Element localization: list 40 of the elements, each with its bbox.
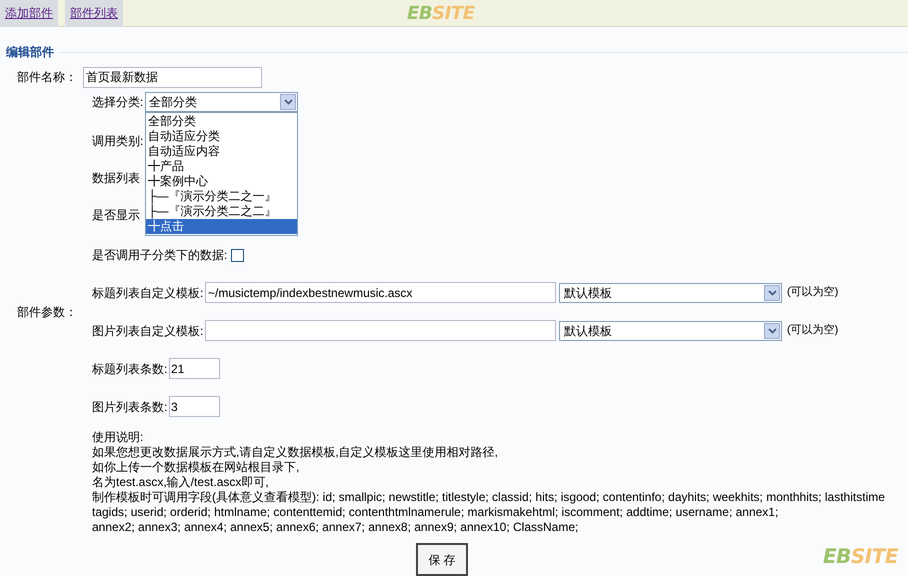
hint-text: (可以为空) <box>787 284 838 300</box>
template-input[interactable] <box>205 320 556 341</box>
dropdown-caret-icon <box>764 284 780 300</box>
field-label: 是否显示 <box>92 208 140 223</box>
dropdown-option[interactable]: 自动适应分类 <box>146 129 297 144</box>
fieldset-legend: 编辑部件 <box>6 43 54 61</box>
field-label: 数据列表 <box>92 171 140 186</box>
hint-text: (可以为空) <box>787 322 838 338</box>
logo: EBSITE <box>407 2 475 26</box>
field-label: 标题列表条数: <box>92 360 168 378</box>
count-input[interactable]: 3 <box>169 396 220 417</box>
count-input[interactable]: 21 <box>169 358 220 379</box>
dropdown-option[interactable]: 自动适应内容 <box>146 144 297 159</box>
template-select[interactable]: 默认模板 <box>559 282 782 302</box>
field-label: 选择分类: <box>92 94 144 111</box>
field-label: 图片列表自定义模板: <box>92 322 204 340</box>
field-label: 是否调用子分类下的数据: <box>92 247 228 264</box>
dropdown-option[interactable]: ├—『演示分类二之一』 <box>146 189 297 204</box>
dropdown-caret-icon <box>764 322 780 338</box>
name-input[interactable]: 首页最新数据 <box>83 66 262 88</box>
instructions-text: 使用说明: 如果您想更改数据展示方式,请自定义数据模板,自定义模板这里使用相对路径, 如你上传一个数据模板在网站根目录下, 名为test.ascx,输入/test.ascx即可, 制作模板时可调用字段(具体意义查看模型): id; smallpic; newstitle; titlestyle; classid; hits; isgood; contentinfo; dayhits; weekhits; monthhits; lasthitstime tagids; userid; orderid; htmlname; contenttemid; contenthtmlnamerule; markismakehtml; iscomment; addtime; username; annex1; annex2; annex3; annex4; annex5; annex6; annex7; annex8; annex9; annex10; ClassName; <box>92 430 885 535</box>
category-select[interactable]: 全部分类 <box>145 92 298 112</box>
field-label: 图片列表条数: <box>92 398 168 416</box>
save-button[interactable]: 保 存 <box>416 543 468 576</box>
dropdown-option[interactable]: 全部分类 <box>146 114 297 129</box>
dropdown-option[interactable]: ╋点击 <box>146 219 297 234</box>
dropdown-option[interactable]: ├—『演示分类二之二』 <box>146 204 297 219</box>
dropdown-caret-icon <box>280 94 296 110</box>
tab-link[interactable]: 部件列表 <box>65 0 123 26</box>
field-label: 调用类别: <box>92 134 144 149</box>
dropdown-option[interactable]: ╋案例中心 <box>146 174 297 189</box>
field-label: 部件名称： <box>17 69 78 86</box>
field-label: 标题列表自定义模板: <box>92 284 204 302</box>
field-label: 部件参数： <box>17 304 77 320</box>
template-input[interactable]: ~/musictemp/indexbestnewmusic.ascx <box>205 282 556 303</box>
dropdown-option[interactable]: ╋产品 <box>146 159 297 174</box>
logo: EBSITE <box>822 543 898 570</box>
tab-link[interactable]: 添加部件 <box>0 0 58 26</box>
checkbox[interactable] <box>231 248 244 262</box>
template-select[interactable]: 默认模板 <box>559 320 782 340</box>
